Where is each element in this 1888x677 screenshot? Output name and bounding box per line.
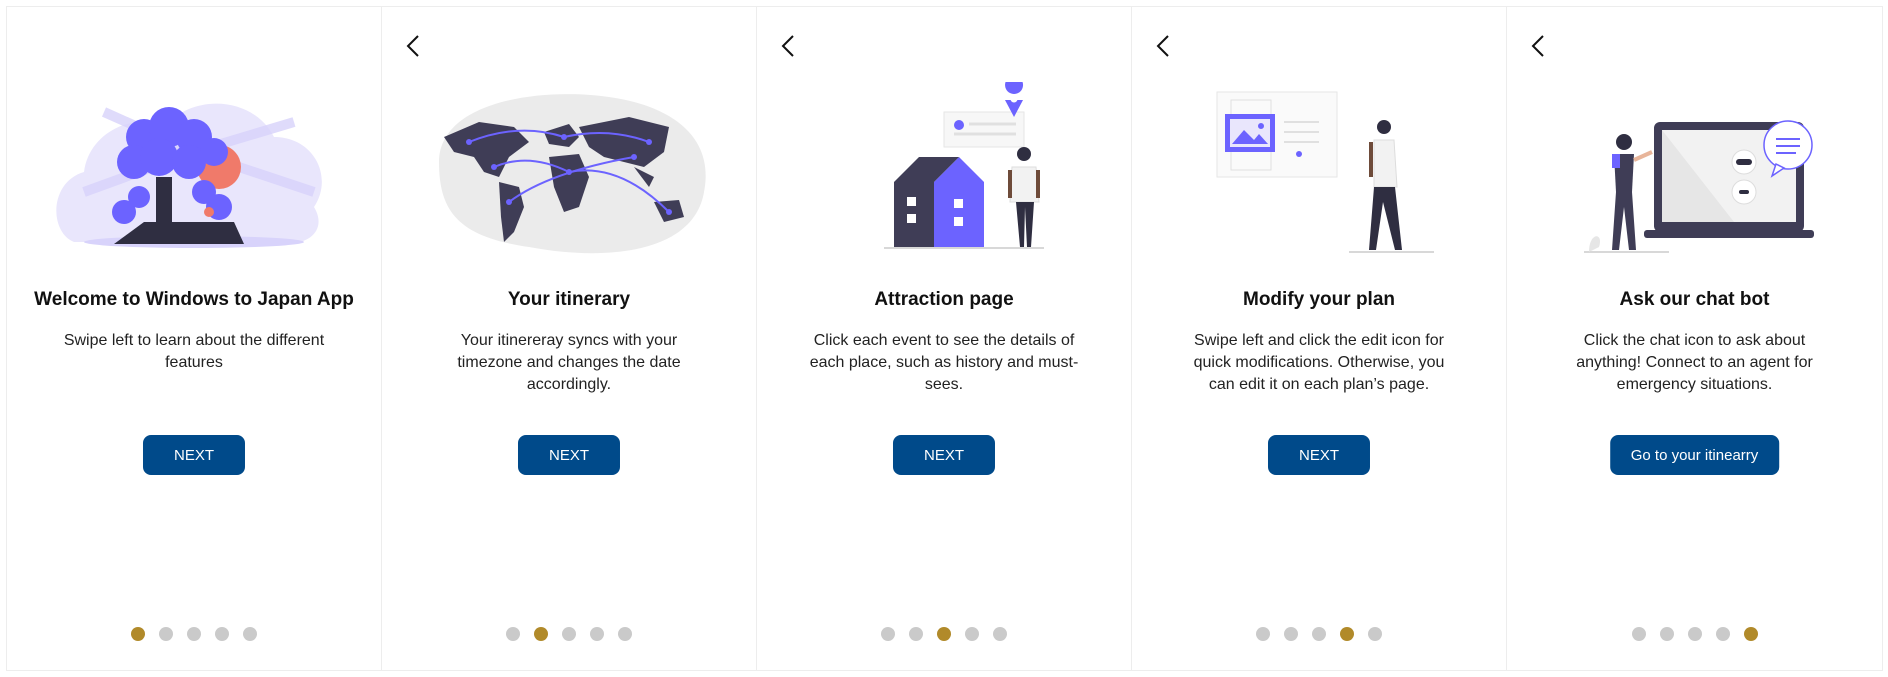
onboarding-screen-4: Modify your plan Swipe left and click th… (1132, 7, 1507, 670)
page-dot-5[interactable] (243, 627, 257, 641)
page-dot-1[interactable] (1631, 627, 1646, 641)
page-title: Ask our chat bot (1619, 289, 1770, 310)
chat-bot-illustration (1584, 120, 1814, 253)
chevron-left-icon[interactable] (777, 31, 799, 61)
page-indicator (7, 627, 381, 641)
page-dot-5[interactable] (618, 627, 632, 641)
page-dot-1[interactable] (881, 627, 895, 641)
page-indicator (1507, 627, 1882, 641)
world-map-illustration (439, 94, 706, 254)
page-dot-3[interactable] (937, 627, 951, 641)
page-dot-4[interactable] (965, 627, 979, 641)
page-dot-1[interactable] (506, 627, 520, 641)
page-description: Your itinereray syncs with your timezone… (457, 332, 681, 393)
next-button[interactable]: NEXT (892, 435, 996, 475)
page-dot-3[interactable] (187, 627, 201, 641)
page-title: Modify your plan (1243, 289, 1395, 310)
page-dot-5[interactable] (1743, 627, 1758, 641)
edit-image-illustration (1216, 91, 1434, 253)
page-dot-3[interactable] (1687, 627, 1702, 641)
page-dot-2[interactable] (1284, 627, 1298, 641)
onboarding-screen-1: Welcome to Windows to Japan App Swipe le… (7, 7, 382, 670)
page-dot-1[interactable] (131, 627, 145, 641)
page-description: Swipe left to learn about the different … (63, 332, 325, 371)
chevron-left-icon[interactable] (1152, 31, 1174, 61)
next-button[interactable]: NEXT (142, 435, 246, 475)
page-description: Click the chat icon to ask about anythin… (1576, 332, 1813, 393)
page-dot-2[interactable] (534, 627, 548, 641)
onboarding-screen-2: Your itinerary Your itinereray syncs wit… (382, 7, 757, 670)
page-dot-2[interactable] (1659, 627, 1674, 641)
page-indicator (382, 627, 756, 641)
page-dot-4[interactable] (590, 627, 604, 641)
page-title: Welcome to Windows to Japan App (34, 289, 354, 310)
next-button[interactable]: NEXT (1267, 435, 1371, 475)
page-dot-4[interactable] (1715, 627, 1730, 641)
page-dot-5[interactable] (993, 627, 1007, 641)
page-title: Attraction page (874, 289, 1014, 310)
chevron-left-icon[interactable] (402, 31, 424, 61)
page-dot-2[interactable] (909, 627, 923, 641)
page-description: Click each event to see the details of e… (809, 332, 1079, 393)
tree-meditation-illustration (56, 103, 322, 248)
next-button[interactable]: NEXT (517, 435, 621, 475)
page-indicator (1132, 627, 1506, 641)
onboarding-screen-5: Ask our chat bot Click the chat icon to … (1507, 7, 1882, 670)
chevron-left-icon[interactable] (1527, 31, 1549, 61)
go-to-itinerary-button[interactable]: Go to your itinearry (1609, 435, 1780, 475)
page-dot-3[interactable] (1312, 627, 1326, 641)
onboarding-strip: Welcome to Windows to Japan App Swipe le… (6, 6, 1883, 671)
onboarding-screen-3: Attraction page Click each event to see … (757, 7, 1132, 670)
page-dot-4[interactable] (1340, 627, 1354, 641)
page-title: Your itinerary (507, 289, 631, 310)
house-location-illustration (884, 82, 1044, 249)
page-indicator (757, 627, 1131, 641)
page-dot-3[interactable] (562, 627, 576, 641)
page-dot-2[interactable] (159, 627, 173, 641)
page-dot-1[interactable] (1256, 627, 1270, 641)
page-description: Swipe left and click the edit icon for q… (1193, 332, 1445, 393)
page-dot-5[interactable] (1368, 627, 1382, 641)
page-dot-4[interactable] (215, 627, 229, 641)
